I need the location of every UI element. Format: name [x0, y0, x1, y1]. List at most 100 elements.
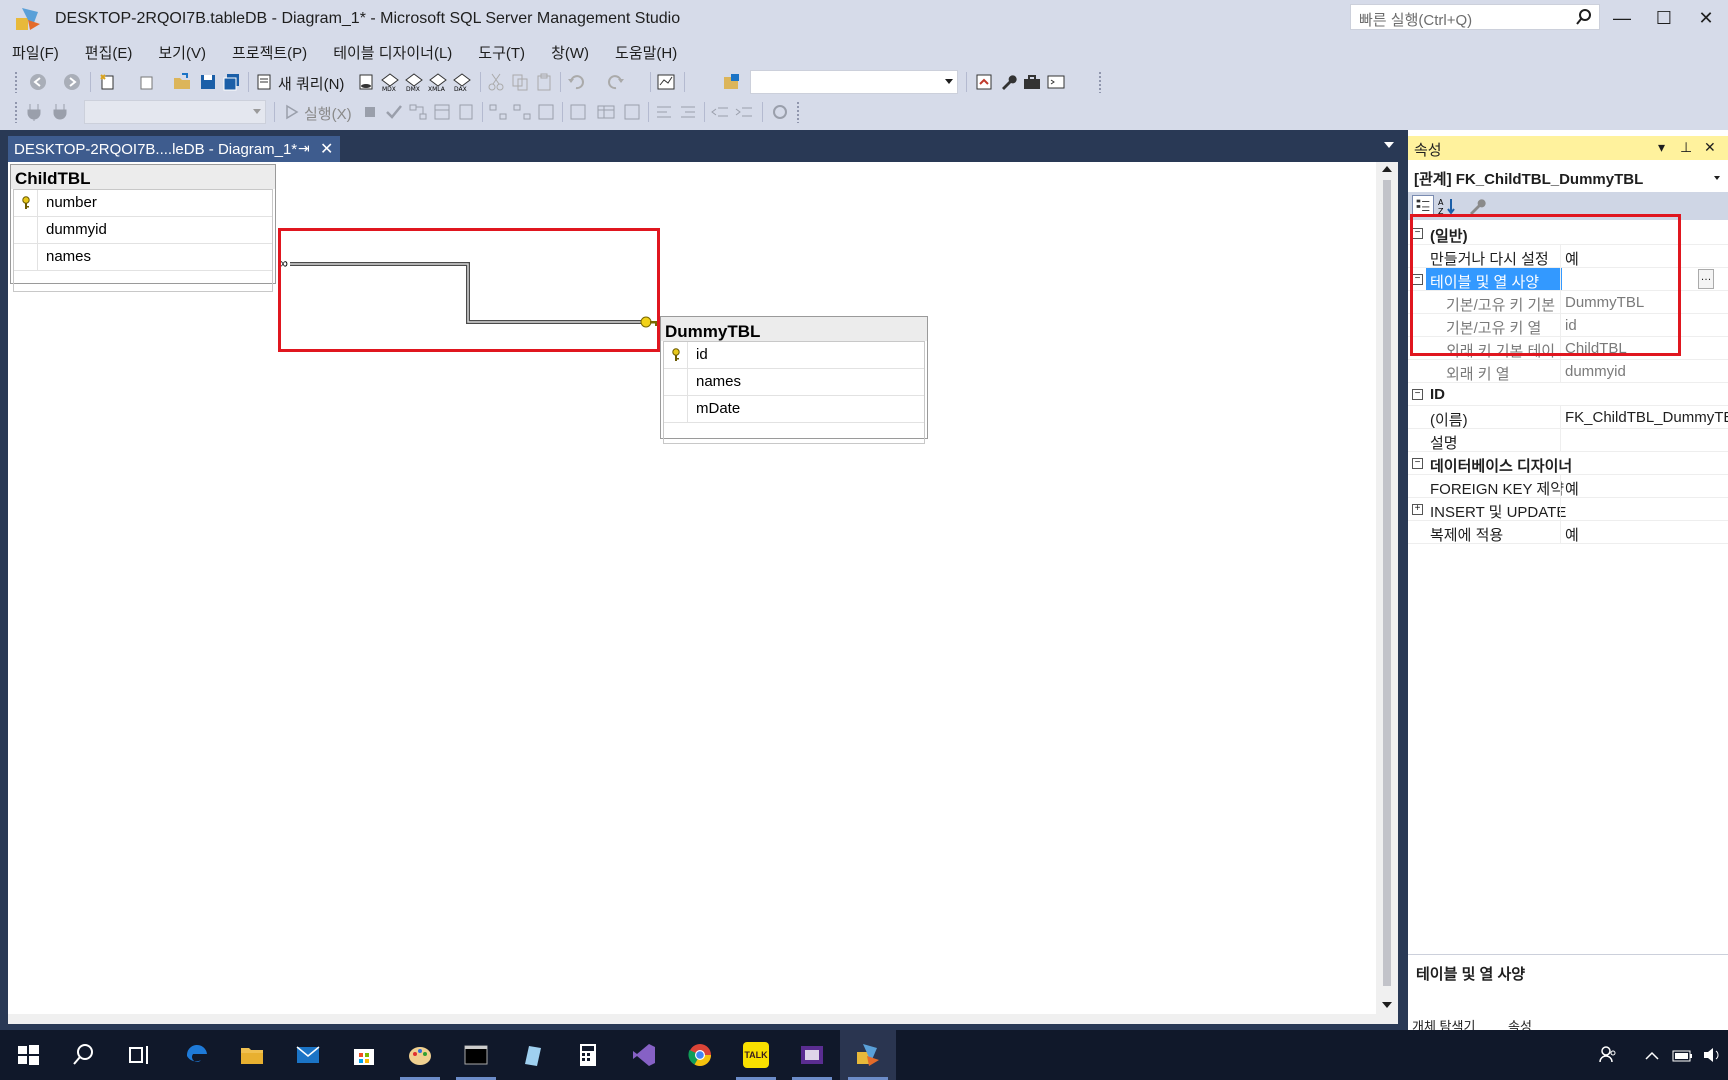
taskbar-app-ssms[interactable] — [840, 1030, 896, 1080]
window-position-chevron-icon[interactable]: ▾ — [1658, 139, 1665, 156]
taskbar-app-visual-studio[interactable] — [616, 1030, 672, 1080]
quick-launch-input[interactable]: 빠른 실행(Ctrl+Q) — [1350, 4, 1600, 30]
toolbar-grip[interactable] — [796, 101, 800, 123]
xmla-query-icon[interactable]: XMLA — [428, 72, 448, 92]
activity-monitor-icon[interactable] — [656, 72, 676, 92]
close-panel-icon[interactable]: ✕ — [1704, 139, 1716, 156]
decrease-indent-icon[interactable] — [710, 102, 730, 122]
add-item-icon[interactable] — [136, 72, 156, 92]
taskbar-app-store[interactable] — [336, 1030, 392, 1080]
people-icon[interactable] — [1598, 1044, 1618, 1064]
column-row[interactable]: id — [664, 342, 924, 369]
scroll-down-icon[interactable] — [1382, 1002, 1392, 1008]
wrench-icon[interactable] — [998, 72, 1018, 92]
column-row[interactable]: number — [14, 190, 272, 217]
menu-file[interactable]: 파일(F) — [0, 38, 71, 64]
toolbar-grip[interactable] — [1098, 71, 1102, 93]
increase-indent-icon[interactable] — [734, 102, 754, 122]
pin-icon[interactable]: ⇥ — [298, 140, 310, 157]
ellipsis-button[interactable]: … — [1698, 269, 1714, 289]
menu-table-designer[interactable]: 테이블 디자이너(L) — [321, 38, 464, 64]
results-grid-icon[interactable] — [596, 102, 616, 122]
include-plan-icon[interactable] — [488, 102, 508, 122]
auto-hide-pin-icon[interactable]: ⊥ — [1680, 139, 1692, 156]
new-query-button[interactable]: 새 쿼리(N) — [254, 66, 346, 96]
available-databases-combo[interactable] — [84, 100, 266, 124]
uncomment-icon[interactable] — [678, 102, 698, 122]
row-selector[interactable] — [664, 369, 688, 395]
taskbar-app-edge[interactable] — [168, 1030, 224, 1080]
toolbox-icon[interactable] — [1022, 72, 1042, 92]
battery-icon[interactable] — [1672, 1048, 1694, 1064]
close-tab-icon[interactable]: ✕ — [320, 139, 333, 159]
property-value[interactable] — [1560, 429, 1728, 451]
live-stats-icon[interactable] — [512, 102, 532, 122]
database-combo[interactable] — [750, 70, 958, 94]
property-value[interactable] — [1560, 498, 1728, 520]
start-button[interactable] — [0, 1030, 56, 1080]
db-engine-query-icon[interactable] — [356, 72, 376, 92]
taskbar-app-media[interactable] — [784, 1030, 840, 1080]
display-plan-icon[interactable] — [408, 102, 428, 122]
menu-view[interactable]: 보기(V) — [146, 38, 218, 64]
results-file-icon[interactable] — [622, 102, 642, 122]
chevron-up-icon[interactable] — [1644, 1048, 1660, 1064]
taskbar-app-terminal[interactable] — [448, 1030, 504, 1080]
specify-values-icon[interactable] — [770, 102, 790, 122]
mdx-query-icon[interactable]: MDX — [380, 72, 400, 92]
row-selector[interactable] — [14, 244, 38, 270]
save-icon[interactable] — [198, 72, 218, 92]
expand-icon[interactable]: + — [1412, 504, 1423, 515]
property-category[interactable]: − ID — [1408, 383, 1728, 406]
taskbar-app-notes[interactable] — [504, 1030, 560, 1080]
row-selector[interactable] — [14, 217, 38, 243]
taskbar-app-paint[interactable] — [392, 1030, 448, 1080]
new-column-row[interactable] — [14, 271, 272, 291]
new-column-row[interactable] — [664, 423, 924, 443]
document-list-chevron-icon[interactable] — [1384, 142, 1394, 148]
execute-button[interactable]: 실행(X) — [282, 96, 354, 126]
close-button[interactable]: ✕ — [1686, 4, 1726, 32]
menu-help[interactable]: 도움말(H) — [603, 38, 689, 64]
taskbar-app-file-explorer[interactable] — [224, 1030, 280, 1080]
results-text-icon[interactable] — [568, 102, 588, 122]
toolbar-grip[interactable] — [14, 71, 18, 93]
taskbar-app-kakaotalk[interactable]: TALK — [728, 1030, 784, 1080]
diagram-table-childtbl[interactable]: ChildTBL number dummyid names — [10, 164, 276, 292]
column-row[interactable]: names — [664, 369, 924, 396]
open-file-icon[interactable] — [172, 72, 192, 92]
taskbar-app-calculator[interactable] — [560, 1030, 616, 1080]
maximize-button[interactable]: ☐ — [1644, 4, 1684, 32]
menu-tools[interactable]: 도구(T) — [466, 38, 537, 64]
cut-icon[interactable] — [486, 72, 506, 92]
connect-icon[interactable] — [24, 102, 44, 122]
redo-icon[interactable] — [606, 72, 626, 92]
table-title[interactable]: DummyTBL — [661, 317, 927, 341]
property-category[interactable]: − 데이터베이스 디자이너 — [1408, 452, 1728, 475]
property-value[interactable]: 예 — [1560, 475, 1728, 497]
query-designer-icon[interactable] — [432, 102, 452, 122]
column-row[interactable]: names — [14, 244, 272, 271]
minimize-button[interactable]: — — [1602, 4, 1642, 32]
volume-icon[interactable] — [1702, 1046, 1722, 1064]
property-value[interactable]: dummyid — [1560, 360, 1728, 382]
taskbar-app-chrome[interactable] — [672, 1030, 728, 1080]
task-view-button[interactable] — [112, 1030, 168, 1080]
property-row[interactable]: 복제에 적용 예 — [1408, 521, 1728, 544]
row-selector[interactable] — [664, 396, 688, 422]
property-row[interactable]: + INSERT 및 UPDATE — [1408, 498, 1728, 521]
stop-icon[interactable] — [360, 102, 380, 122]
property-row[interactable]: (이름) FK_ChildTBL_DummyTBL — [1408, 406, 1728, 429]
object-selector[interactable]: [관계] FK_ChildTBL_DummyTBL — [1408, 164, 1728, 190]
parse-checkmark-icon[interactable] — [384, 102, 404, 122]
paste-icon[interactable] — [534, 72, 554, 92]
scroll-up-icon[interactable] — [1382, 166, 1392, 172]
undo-icon[interactable] — [566, 72, 586, 92]
diagram-table-dummytbl[interactable]: DummyTBL id names mDate — [660, 316, 928, 444]
vertical-scrollbar[interactable] — [1376, 162, 1398, 1024]
save-all-icon[interactable] — [222, 72, 242, 92]
menu-project[interactable]: 프로젝트(P) — [220, 38, 319, 64]
menu-edit[interactable]: 편집(E) — [73, 38, 145, 64]
menu-window[interactable]: 창(W) — [539, 38, 601, 64]
property-value[interactable]: 예 — [1560, 521, 1728, 543]
